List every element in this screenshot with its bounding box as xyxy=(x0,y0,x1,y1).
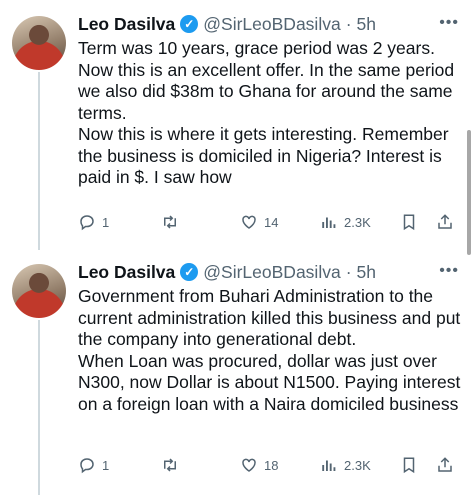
bookmark-button[interactable] xyxy=(400,213,436,231)
views-button[interactable]: 2.3K xyxy=(320,213,400,231)
retweet-button[interactable] xyxy=(160,456,240,474)
tweet-text: Government from Buhari Administration to… xyxy=(78,286,462,415)
tweet[interactable]: Leo Dasilva ✓ @SirLeoBDasilva · 5h ••• T… xyxy=(0,12,473,250)
timestamp[interactable]: 5h xyxy=(357,262,376,283)
retweet-button[interactable] xyxy=(160,213,240,231)
action-bar: 1 14 2.3K xyxy=(78,212,458,232)
retweet-icon xyxy=(164,215,176,229)
tweet-paragraph: When Loan was procured, dollar was just … xyxy=(78,350,461,414)
tweet-paragraph: Term was 10 years, grace period was 2 ye… xyxy=(78,38,455,123)
tweet-paragraph: Now this is where it gets interesting. R… xyxy=(78,124,449,187)
tweet-header: Leo Dasilva ✓ @SirLeoBDasilva · 5h xyxy=(78,12,376,36)
more-icon[interactable]: ••• xyxy=(439,14,459,32)
tweet[interactable]: Leo Dasilva ✓ @SirLeoBDasilva · 5h ••• G… xyxy=(0,260,473,495)
bookmark-icon xyxy=(403,457,415,474)
reply-button[interactable]: 1 xyxy=(78,456,160,474)
like-button[interactable]: 14 xyxy=(240,213,320,231)
tweet-paragraph: Government from Buhari Administration to… xyxy=(78,286,461,349)
views-icon xyxy=(322,460,336,471)
author-handle[interactable]: @SirLeoBDasilva xyxy=(203,14,340,35)
bookmark-icon xyxy=(403,214,415,231)
reply-icon xyxy=(80,215,94,231)
avatar[interactable] xyxy=(12,16,66,70)
views-icon xyxy=(322,217,336,228)
share-button[interactable] xyxy=(436,456,458,474)
share-icon xyxy=(438,457,452,472)
tweet-text: Term was 10 years, grace period was 2 ye… xyxy=(78,38,462,189)
timestamp[interactable]: 5h xyxy=(357,14,376,35)
share-icon xyxy=(438,214,452,229)
view-count: 2.3K xyxy=(344,457,371,473)
share-button[interactable] xyxy=(436,213,458,231)
reply-button[interactable]: 1 xyxy=(78,213,160,231)
reply-icon xyxy=(80,458,94,474)
separator-dot: · xyxy=(345,13,352,34)
verified-badge-icon: ✓ xyxy=(180,263,199,281)
avatar[interactable] xyxy=(12,264,66,318)
like-count: 18 xyxy=(264,457,279,473)
author-name[interactable]: Leo Dasilva xyxy=(78,262,175,283)
scrollbar[interactable] xyxy=(467,130,471,255)
views-button[interactable]: 2.3K xyxy=(320,456,400,474)
author-name[interactable]: Leo Dasilva xyxy=(78,14,175,35)
more-icon[interactable]: ••• xyxy=(439,262,459,280)
view-count: 2.3K xyxy=(344,214,371,230)
reply-count: 1 xyxy=(102,457,110,473)
like-count: 14 xyxy=(264,214,279,230)
tweet-header: Leo Dasilva ✓ @SirLeoBDasilva · 5h xyxy=(78,260,376,284)
like-icon xyxy=(242,458,256,472)
separator-dot: · xyxy=(345,261,352,282)
like-icon xyxy=(242,215,256,229)
verified-badge-icon: ✓ xyxy=(180,15,199,33)
thread-line xyxy=(38,72,40,250)
like-button[interactable]: 18 xyxy=(240,456,320,474)
action-bar: 1 18 2.3K xyxy=(78,455,458,475)
author-handle[interactable]: @SirLeoBDasilva xyxy=(203,262,340,283)
bookmark-button[interactable] xyxy=(400,456,436,474)
reply-count: 1 xyxy=(102,214,110,230)
thread-line xyxy=(38,320,40,495)
retweet-icon xyxy=(164,458,176,472)
